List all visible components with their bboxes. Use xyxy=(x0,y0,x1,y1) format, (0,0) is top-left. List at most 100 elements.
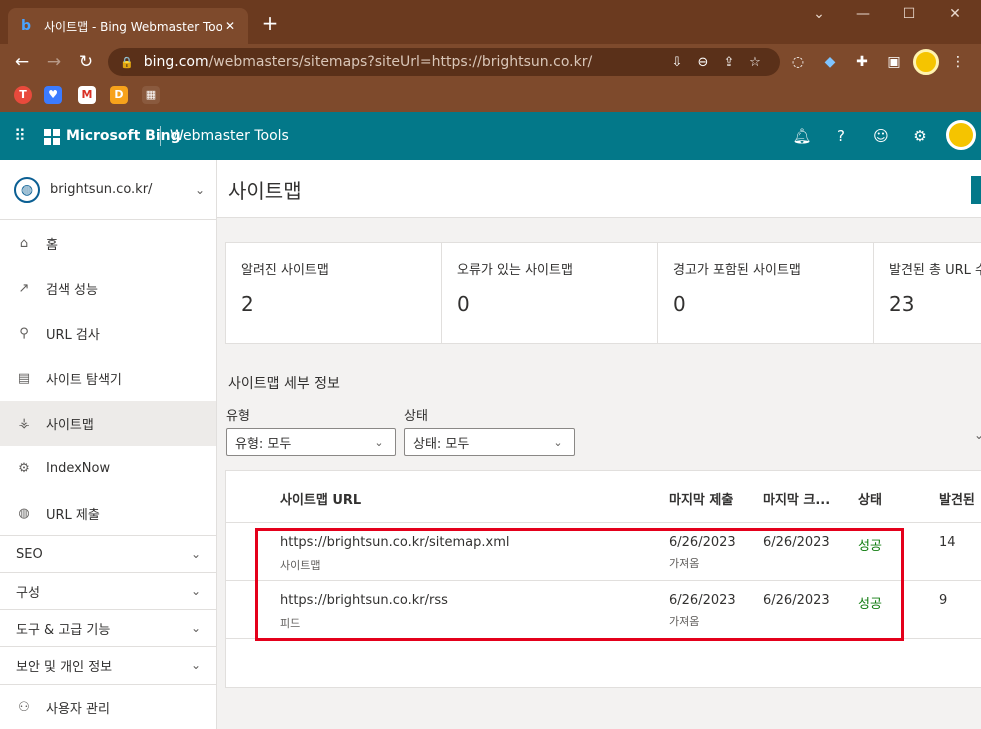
page-title: 사이트맵 xyxy=(228,179,302,203)
group-label: 구성 xyxy=(16,585,40,601)
reload-icon[interactable]: ↻ xyxy=(74,50,98,74)
stat-value: 0 xyxy=(457,292,470,316)
sidebar-group-config[interactable]: 구성 ⌄ xyxy=(0,572,216,609)
stat-known-sitemaps: 알려진 사이트맵 2 xyxy=(226,243,442,343)
profile-avatar[interactable] xyxy=(913,49,939,75)
share-icon[interactable]: ⇪ xyxy=(716,55,742,70)
sidebar-item-label: 사용자 관리 xyxy=(46,701,110,717)
feedback-icon[interactable]: ☺ xyxy=(871,126,891,146)
submit-sitemap-button[interactable] xyxy=(971,176,981,204)
bookmarks-bar: T ♥ M D ▦ xyxy=(0,80,981,112)
type-filter-select[interactable]: 유형: 모두 ⌄ xyxy=(226,428,396,456)
brand-name: Microsoft Bing xyxy=(66,128,181,144)
select-value: 유형: 모두 xyxy=(235,436,292,452)
settings-icon: ⚙ xyxy=(18,461,30,476)
stat-value: 2 xyxy=(241,292,254,316)
extensions-icon[interactable]: ✚ xyxy=(850,50,874,74)
menu-icon[interactable]: ⋮ xyxy=(946,50,970,74)
sidebar-item-indexnow[interactable]: ⚙ IndexNow xyxy=(0,446,216,491)
back-icon[interactable]: ← xyxy=(10,50,34,74)
sidebar-item-label: 사이트 탐색기 xyxy=(46,373,122,388)
tab-close-icon[interactable]: ✕ xyxy=(222,19,238,33)
star-icon[interactable]: ☆ xyxy=(742,55,768,70)
column-header-last-crawled[interactable]: 마지막 크... xyxy=(763,489,830,508)
install-icon[interactable]: ⇩ xyxy=(664,55,690,70)
sidebar-item-label: IndexNow xyxy=(46,461,111,476)
site-selector[interactable]: ◍ brightsun.co.kr/ ⌄ xyxy=(0,160,216,220)
sidebar-group-security[interactable]: 보안 및 개인 정보 ⌄ xyxy=(0,646,216,683)
group-label: SEO xyxy=(16,546,43,562)
tab-title: 사이트맵 - Bing Webmaster Tools xyxy=(44,19,222,34)
sidebar-group-seo[interactable]: SEO ⌄ xyxy=(0,535,216,572)
select-value: 상태: 모두 xyxy=(413,436,470,452)
product-name: Webmaster Tools xyxy=(170,128,289,144)
minimize-icon[interactable]: ⌄ xyxy=(804,6,834,22)
globe-icon: ◍ xyxy=(14,176,40,203)
address-bar[interactable]: 🔒 bing.com/webmasters/sitemaps?siteUrl=h… xyxy=(108,48,780,76)
sidebar-item-sitemaps[interactable]: ⚶ 사이트맵 xyxy=(0,401,216,446)
stat-label: 발견된 총 URL 수 xyxy=(889,263,981,278)
forward-icon[interactable]: → xyxy=(42,50,66,74)
user-avatar[interactable] xyxy=(946,120,976,150)
sidebar-item-label: 사이트맵 xyxy=(46,418,94,433)
sidebar-item-label: 검색 성능 xyxy=(46,283,98,298)
tab-strip: b 사이트맵 - Bing Webmaster Tools ✕ + ⌄ — ☐ … xyxy=(0,0,981,44)
type-filter-label: 유형 xyxy=(226,409,250,424)
stat-label: 경고가 포함된 사이트맵 xyxy=(673,263,801,278)
stat-label: 오류가 있는 사이트맵 xyxy=(457,263,573,278)
stat-total-urls: 발견된 총 URL 수 23 xyxy=(874,243,981,343)
close-icon[interactable]: ✕ xyxy=(940,6,970,22)
browser-tab[interactable]: b 사이트맵 - Bing Webmaster Tools ✕ xyxy=(8,8,248,44)
sidebar-item-label: URL 검사 xyxy=(46,328,100,343)
collapse-chevron-icon[interactable]: ⌄ xyxy=(974,428,981,442)
chevron-down-icon: ⌄ xyxy=(190,658,202,672)
bookmark-d-icon[interactable]: D xyxy=(110,86,128,104)
help-icon[interactable]: ? xyxy=(831,126,851,146)
page-header: 사이트맵 xyxy=(217,160,981,218)
search-icon: ⚲ xyxy=(19,326,29,341)
main-content: 사이트맵 알려진 사이트맵 2 오류가 있는 사이트맵 0 경고가 포함된 사이… xyxy=(217,160,981,729)
url-text: bing.com/webmasters/sitemaps?siteUrl=htt… xyxy=(143,54,593,70)
sidebar-item-user-management[interactable]: ⚇ 사용자 관리 xyxy=(0,684,216,729)
header-divider xyxy=(160,126,161,146)
sidepanel-icon[interactable]: ▣ xyxy=(882,50,906,74)
group-label: 도구 & 고급 기능 xyxy=(16,622,111,638)
stat-label: 알려진 사이트맵 xyxy=(241,263,329,278)
sitemap-icon: ⚶ xyxy=(18,416,30,431)
sidebar-item-url-submission[interactable]: ◍ URL 제출 xyxy=(0,491,216,536)
sidebar-group-tools[interactable]: 도구 & 고급 기능 ⌄ xyxy=(0,609,216,646)
sidebar-item-label: URL 제출 xyxy=(46,508,100,523)
notification-icon[interactable]: 🔔︎ xyxy=(792,126,812,146)
app-launcher-icon[interactable]: ⠿ xyxy=(14,127,32,145)
sidebar-item-site-explorer[interactable]: ▤ 사이트 탐색기 xyxy=(0,356,216,401)
bookmark-store-icon[interactable]: ▦ xyxy=(142,86,160,104)
sidebar-item-url-inspection[interactable]: ⚲ URL 검사 xyxy=(0,311,216,356)
bookmark-t-icon[interactable]: T xyxy=(14,86,32,104)
column-header-url[interactable]: 사이트맵 URL xyxy=(280,489,361,508)
microsoft-logo-icon xyxy=(44,129,60,145)
status-filter-select[interactable]: 상태: 모두 ⌄ xyxy=(404,428,575,456)
zoom-icon[interactable]: ⊖ xyxy=(690,55,716,70)
home-icon: ⌂ xyxy=(19,236,29,251)
sidebar-item-search-performance[interactable]: ↗ 검색 성능 xyxy=(0,266,216,311)
maximize-icon[interactable]: ☐ xyxy=(894,6,924,22)
stats-card: 알려진 사이트맵 2 오류가 있는 사이트맵 0 경고가 포함된 사이트맵 0 … xyxy=(225,242,981,344)
stat-error-sitemaps: 오류가 있는 사이트맵 0 xyxy=(442,243,658,343)
globe-icon: ◍ xyxy=(18,506,30,521)
chevron-down-icon: ⌄ xyxy=(190,547,202,561)
annotation-highlight-box xyxy=(255,528,904,641)
column-header-last-submitted[interactable]: 마지막 제출 xyxy=(669,489,733,508)
found-count: 9 xyxy=(939,593,948,608)
column-header-found[interactable]: 발견된 xyxy=(939,489,975,508)
chevron-down-icon: ⌄ xyxy=(190,621,202,635)
settings-icon[interactable]: ⚙ xyxy=(910,126,930,146)
bookmark-heart-icon[interactable]: ♥ xyxy=(44,86,62,104)
table-header: 사이트맵 URL 마지막 제출 마지막 크... 상태 발견된 xyxy=(226,471,981,523)
sidebar-item-home[interactable]: ⌂ 홈 xyxy=(0,221,216,266)
mouse-extension-icon[interactable]: ◌ xyxy=(786,50,810,74)
minimize-window-icon[interactable]: — xyxy=(848,6,878,22)
column-header-status[interactable]: 상태 xyxy=(858,489,882,508)
gem-extension-icon[interactable]: ◆ xyxy=(818,50,842,74)
bookmark-gmail-icon[interactable]: M xyxy=(78,86,96,104)
new-tab-button[interactable]: + xyxy=(258,12,282,36)
